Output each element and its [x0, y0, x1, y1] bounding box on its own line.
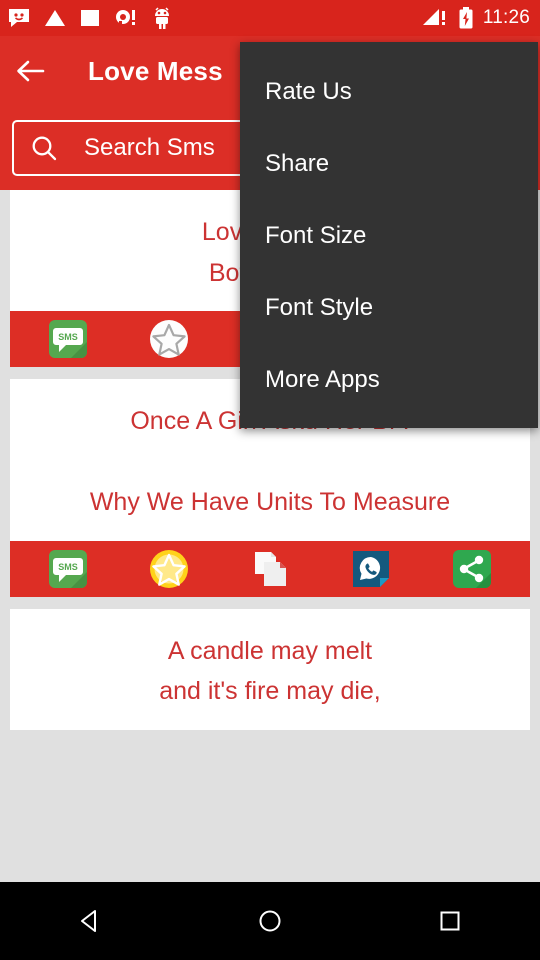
share-button[interactable]	[448, 545, 496, 593]
nav-recents-button[interactable]	[405, 882, 495, 960]
square-icon	[81, 10, 99, 26]
sms-card-text: A candle may melt and it's fire may die,	[10, 609, 530, 730]
whatsapp-icon	[352, 550, 389, 587]
status-bar-left-icons	[8, 7, 172, 29]
sms-icon: SMS	[49, 549, 88, 588]
menu-item-label: More Apps	[265, 366, 380, 393]
status-bar-clock: 11:26	[482, 7, 530, 28]
menu-item-label: Font Style	[265, 294, 374, 321]
signal-alert-icon	[422, 9, 445, 25]
sms-card-line: and it's fire may die,	[159, 677, 381, 705]
sms-card[interactable]: A candle may melt and it's fire may die,	[10, 608, 530, 730]
menu-item-more-apps[interactable]: More Apps	[240, 344, 538, 416]
whatsapp-button[interactable]	[347, 545, 395, 593]
menu-item-font-size[interactable]: Font Size	[240, 200, 538, 272]
favorite-star-icon	[150, 320, 189, 358]
triangle-icon	[45, 10, 65, 26]
copy-button[interactable]	[246, 545, 294, 593]
nav-recents-icon	[440, 911, 460, 931]
alert-dot-icon	[116, 10, 135, 26]
page-title: Love Mess	[88, 55, 223, 86]
menu-item-label: Font Size	[265, 222, 367, 249]
nav-home-button[interactable]	[225, 882, 315, 960]
share-icon	[452, 549, 491, 588]
copy-icon	[254, 551, 286, 586]
sms-card-actions: SMS	[10, 540, 530, 597]
status-bar: 11:26	[0, 0, 540, 36]
svg-text:SMS: SMS	[59, 332, 79, 342]
favorite-button[interactable]	[145, 545, 193, 593]
back-button[interactable]	[0, 36, 60, 106]
battery-charging-icon	[459, 7, 473, 29]
menu-item-font-style[interactable]: Font Style	[240, 272, 538, 344]
nav-back-icon	[81, 910, 96, 932]
sms-card-line	[24, 442, 516, 483]
back-arrow-icon	[17, 60, 45, 82]
nav-back-button[interactable]	[45, 882, 135, 960]
favorite-star-icon	[150, 549, 189, 588]
sms-button[interactable]: SMS	[44, 315, 92, 363]
menu-item-label: Share	[265, 150, 330, 177]
search-icon	[32, 136, 57, 161]
svg-text:SMS: SMS	[59, 562, 79, 572]
sms-button[interactable]: SMS	[44, 545, 92, 593]
status-bar-right-icons: 11:26	[421, 7, 530, 29]
android-robot-icon	[155, 7, 169, 29]
search-placeholder: Search Sms	[84, 134, 215, 161]
menu-item-rate-us[interactable]: Rate Us	[240, 56, 538, 128]
system-navigation-bar	[0, 882, 540, 960]
overflow-menu[interactable]: Rate Us Share Font Size Font Style More …	[240, 42, 538, 428]
sms-card-line: Why We Have Units To Measure	[89, 488, 451, 516]
sms-card-line: A candle may melt	[167, 636, 373, 665]
menu-item-label: Rate Us	[265, 78, 352, 105]
menu-item-share[interactable]: Share	[240, 128, 538, 200]
nav-home-icon	[259, 910, 281, 932]
favorite-button[interactable]	[145, 315, 193, 363]
sms-icon: SMS	[49, 320, 88, 358]
message-icon	[9, 9, 29, 27]
